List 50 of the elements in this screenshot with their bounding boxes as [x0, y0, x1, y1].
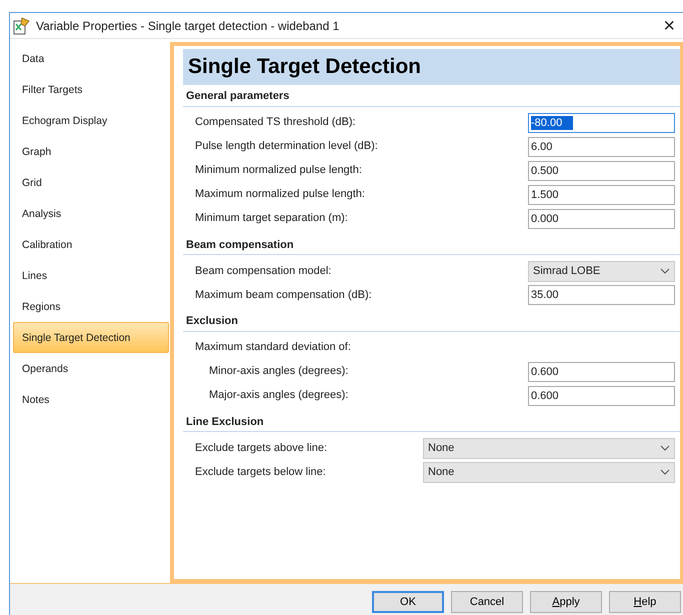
field-label: Minor-axis angles (degrees):	[209, 364, 350, 380]
input-field[interactable]: 0.000	[528, 208, 675, 228]
chevron-down-icon	[660, 469, 670, 475]
input-field[interactable]: 0.500	[528, 160, 675, 180]
sidebar-item[interactable]: Calibration	[13, 229, 169, 260]
input-field[interactable]: 0.600	[528, 362, 675, 382]
section-heading: Beam compensation	[183, 234, 680, 255]
chevron-down-icon	[660, 268, 670, 274]
page-title: Single Target Detection	[183, 49, 680, 85]
dropdown[interactable]: None	[423, 462, 675, 482]
sidebar-item[interactable]: Graph	[13, 136, 169, 167]
sidebar-item[interactable]: Echogram Display	[13, 105, 169, 136]
sidebar-item[interactable]: Operands	[13, 353, 169, 384]
section-heading: General parameters	[183, 85, 680, 106]
field-label: Minimum normalized pulse length:	[195, 163, 363, 178]
sidebar-item[interactable]: Grid	[13, 167, 169, 198]
field-label: Major-axis angles (degrees):	[209, 388, 350, 404]
sidebar-item[interactable]: Regions	[13, 291, 169, 322]
section-heading: Line Exclusion	[183, 410, 680, 432]
sidebar-item[interactable]: Data	[13, 43, 169, 74]
window-title: Variable Properties - Single target detection - wideband 1	[36, 18, 340, 34]
field-label: Maximum standard deviation of:	[195, 340, 352, 356]
dialog-button[interactable]: OK	[372, 591, 444, 613]
sidebar-item[interactable]: Analysis	[13, 198, 169, 229]
input-field[interactable]: 0.600	[528, 386, 675, 406]
field-label: Exclude targets above line:	[195, 440, 328, 456]
sidebar-item[interactable]: Notes	[13, 384, 169, 415]
input-field[interactable]: 1.500	[528, 184, 675, 204]
sidebar-item[interactable]: Lines	[13, 260, 169, 291]
field-label: Maximum normalized pulse length:	[195, 187, 366, 202]
field-label: Compensated TS threshold (dB):	[195, 115, 357, 130]
close-button[interactable]: ×	[655, 16, 683, 36]
field-label: Beam compensation model:	[195, 264, 332, 279]
dropdown[interactable]: None	[423, 438, 675, 458]
dialog-button[interactable]: Cancel	[451, 591, 523, 613]
app-icon	[13, 16, 31, 34]
field-label: Exclude targets below line:	[195, 464, 327, 480]
input-field[interactable]: 35.00	[528, 285, 675, 305]
chevron-down-icon	[660, 445, 670, 451]
dialog-button[interactable]: Apply	[530, 591, 602, 613]
dialog-button[interactable]: Help	[609, 591, 681, 613]
sidebar-item[interactable]: Single Target Detection	[13, 322, 169, 353]
sidebar-item[interactable]: Filter Targets	[13, 74, 169, 105]
field-label: Pulse length determination level (dB):	[195, 139, 379, 154]
section-heading: Exclusion	[183, 310, 680, 332]
field-label: Minimum target separation (m):	[195, 211, 349, 226]
input-field[interactable]: -80.00	[528, 112, 675, 132]
field-label: Maximum beam compensation (dB):	[195, 288, 373, 303]
dropdown[interactable]: Simrad LOBE	[528, 260, 675, 282]
input-field[interactable]: 6.00	[528, 136, 675, 156]
